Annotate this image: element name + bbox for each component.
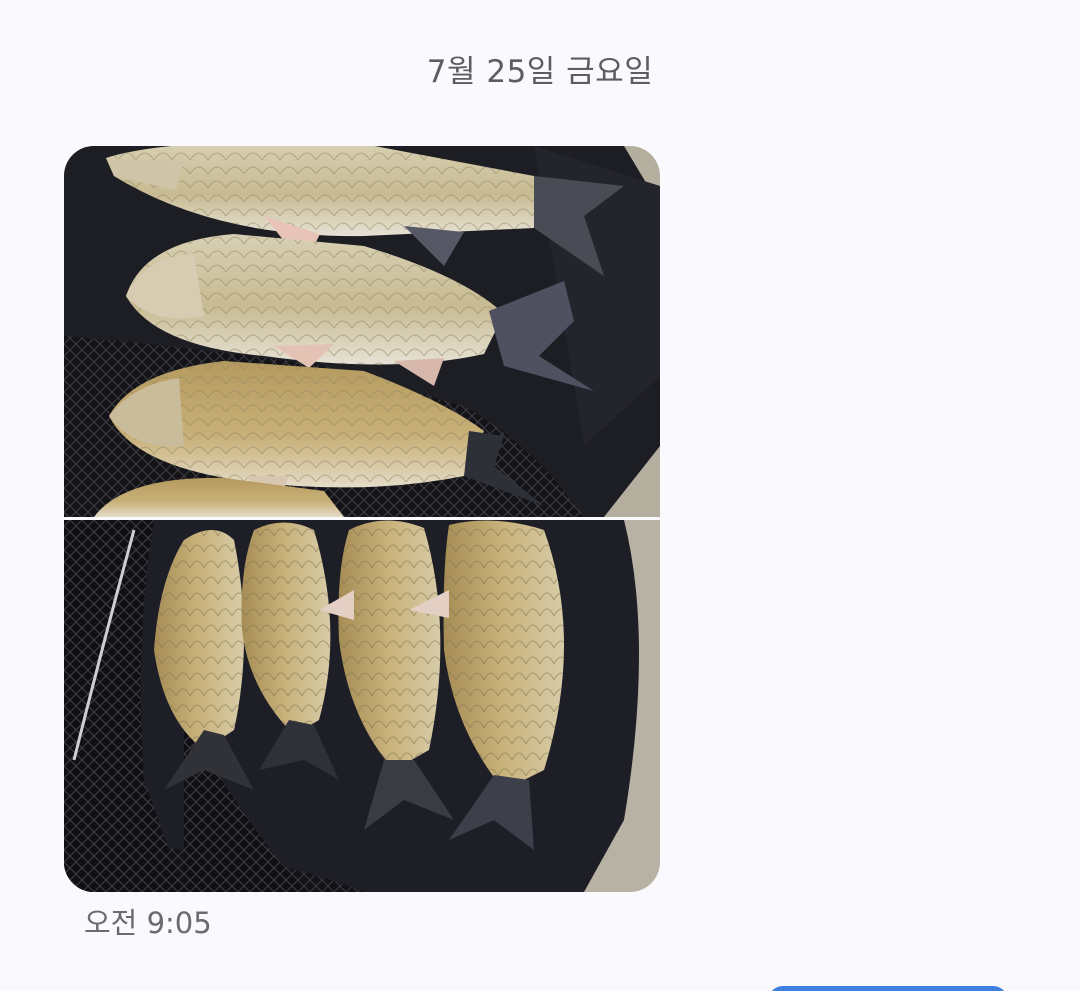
photo-attachment[interactable] [64, 146, 660, 517]
image-message-bubble[interactable] [64, 146, 660, 892]
chat-screen: 7월 25일 금요일 오전 9:05 [0, 0, 1080, 991]
photo-attachment[interactable] [64, 520, 660, 892]
fish-photo-image [64, 146, 660, 517]
fish-photo-image [64, 520, 660, 892]
date-separator: 7월 25일 금요일 [426, 54, 654, 90]
outgoing-message-bubble[interactable] [768, 986, 1008, 991]
message-timestamp: 오전 9:05 [84, 906, 212, 940]
